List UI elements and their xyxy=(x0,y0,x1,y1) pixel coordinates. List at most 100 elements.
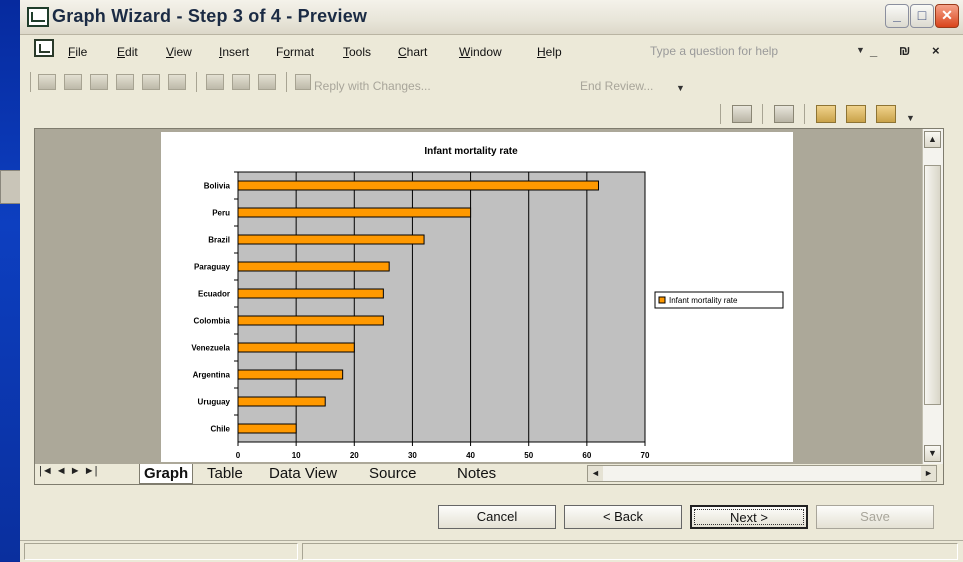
menu-tools[interactable]: Tools xyxy=(343,45,371,59)
chart-type-icon[interactable] xyxy=(774,105,794,123)
toolbar-separator xyxy=(720,104,721,124)
x-tick-label: 50 xyxy=(524,451,533,460)
menu-edit-label: dit xyxy=(125,45,138,59)
chart-title: Infant mortality rate xyxy=(424,146,518,157)
help-dropdown-icon[interactable]: ▼ xyxy=(856,45,865,55)
format-icon[interactable] xyxy=(816,105,836,123)
toolbar-button-8-icon[interactable] xyxy=(232,74,250,90)
minimize-button[interactable]: _ xyxy=(885,4,909,28)
bar xyxy=(237,342,355,353)
back-button[interactable]: < Back xyxy=(564,505,682,529)
menu-file[interactable]: File xyxy=(68,45,87,59)
menu-window-label: indow xyxy=(470,45,502,59)
x-tick-label: 60 xyxy=(582,451,591,460)
menu-file-label: ile xyxy=(75,45,88,59)
chart-toolbar: ▼ xyxy=(20,100,963,128)
graph-wizard-window: Graph Wizard - Step 3 of 4 - Preview _ □… xyxy=(20,0,963,562)
horizontal-scrollbar[interactable]: ◄ ► xyxy=(587,465,937,482)
status-pane-right xyxy=(302,543,958,560)
chart-preview-area: Infant mortality rate 0 10 20 30 40 50 60 70 Bol… xyxy=(34,128,944,466)
menu-chart-accel: C xyxy=(398,45,407,59)
x-tick-label: 10 xyxy=(292,451,301,460)
menu-help[interactable]: Help xyxy=(537,45,562,59)
menu-chart[interactable]: Chart xyxy=(398,45,427,59)
toolbar-separator xyxy=(762,104,763,124)
y-tick-label: Venezuela xyxy=(191,344,230,353)
reply-with-changes-button[interactable]: Reply with Changes... xyxy=(314,79,431,93)
wizard-button-row: Cancel < Back Next > Save xyxy=(20,494,963,538)
toolbar-button-7-icon[interactable] xyxy=(206,74,224,90)
cancel-button[interactable]: Cancel xyxy=(438,505,556,529)
chart-page: Infant mortality rate 0 10 20 30 40 50 60 70 Bol… xyxy=(161,132,793,462)
tab-navigation-buttons[interactable]: |◄ ◄ ► ►| xyxy=(39,465,97,477)
menu-bar: File Edit View Insert Format Tools Chart… xyxy=(20,35,963,65)
document-window-controls[interactable]: _ ₪ × xyxy=(870,43,949,58)
lock-icon[interactable] xyxy=(732,105,752,123)
bar xyxy=(237,261,390,272)
y-tick-label: Chile xyxy=(210,425,230,434)
tab-notes[interactable]: Notes xyxy=(457,464,496,483)
y-tick-label: Brazil xyxy=(208,236,230,245)
y-tick-label: Colombia xyxy=(194,317,231,326)
toolbar-button-4-icon[interactable] xyxy=(116,74,134,90)
menu-view[interactable]: View xyxy=(166,45,192,59)
toolbar-button-2-icon[interactable] xyxy=(64,74,82,90)
chart-toolbar-options-icon[interactable]: ▼ xyxy=(906,113,915,123)
x-tick-label: 30 xyxy=(408,451,417,460)
title-bar[interactable]: Graph Wizard - Step 3 of 4 - Preview _ □… xyxy=(20,0,963,35)
scroll-thumb[interactable] xyxy=(924,165,941,405)
toolbar-separator xyxy=(286,72,287,92)
menu-window-accel: W xyxy=(459,45,471,59)
close-button[interactable]: ✕ xyxy=(935,4,959,28)
y-tick-label: Peru xyxy=(212,209,230,218)
x-tick-label: 40 xyxy=(466,451,475,460)
y-tick-label: Argentina xyxy=(193,371,231,380)
bar xyxy=(237,396,326,407)
data-table-icon[interactable] xyxy=(846,105,866,123)
toolbar-button-9-icon[interactable] xyxy=(258,74,276,90)
maximize-button[interactable]: □ xyxy=(910,4,934,28)
document-icon[interactable] xyxy=(34,39,54,57)
reply-icon xyxy=(295,74,311,90)
y-tick-label: Ecuador xyxy=(198,290,230,299)
toolbar-button-1-icon[interactable] xyxy=(38,74,56,90)
menu-edit[interactable]: Edit xyxy=(117,45,138,59)
scroll-right-button[interactable]: ► xyxy=(921,466,936,481)
tab-data-view[interactable]: Data View xyxy=(269,464,337,483)
bar-chart: Infant mortality rate 0 10 20 30 40 50 60 70 Bol… xyxy=(191,146,784,460)
status-pane-left xyxy=(24,543,298,560)
menu-format[interactable]: Format xyxy=(276,45,314,59)
toolbar-button-3-icon[interactable] xyxy=(90,74,108,90)
toolbar-button-6-icon[interactable] xyxy=(168,74,186,90)
bar xyxy=(237,207,472,218)
menu-format-label: rmat xyxy=(290,45,315,59)
menu-tools-label: ools xyxy=(349,45,372,59)
toolbar-button-5-icon[interactable] xyxy=(142,74,160,90)
scroll-left-button[interactable]: ◄ xyxy=(588,466,603,481)
tab-table[interactable]: Table xyxy=(207,464,243,483)
scroll-up-button[interactable]: ▲ xyxy=(924,131,941,148)
tab-source[interactable]: Source xyxy=(369,464,417,483)
y-tick-label: Paraguay xyxy=(194,263,231,272)
toolbar-options-icon[interactable]: ▼ xyxy=(676,83,685,93)
end-review-button[interactable]: End Review... xyxy=(580,79,653,93)
next-button[interactable]: Next > xyxy=(690,505,808,529)
x-tick-label: 20 xyxy=(350,451,359,460)
ask-question-input[interactable]: Type a question for help xyxy=(650,42,830,60)
toolbar-separator xyxy=(804,104,805,124)
menu-insert[interactable]: Insert xyxy=(219,45,249,59)
legend-icon[interactable] xyxy=(876,105,896,123)
chart-app-icon xyxy=(27,7,49,27)
bar xyxy=(237,180,599,191)
save-button[interactable]: Save xyxy=(816,505,934,529)
menu-window[interactable]: Window xyxy=(459,45,502,59)
menu-insert-label: nsert xyxy=(222,45,250,59)
x-tick-label: 0 xyxy=(236,451,241,460)
vertical-scrollbar[interactable]: ▲ ▼ xyxy=(922,129,943,465)
toolbar-grip xyxy=(30,72,31,92)
tab-graph[interactable]: Graph xyxy=(139,464,194,484)
legend-swatch xyxy=(658,296,666,304)
menu-view-accel: V xyxy=(166,45,174,59)
scroll-down-button[interactable]: ▼ xyxy=(924,445,941,462)
reviewing-toolbar: Reply with Changes... End Review... ▼ xyxy=(20,68,963,96)
